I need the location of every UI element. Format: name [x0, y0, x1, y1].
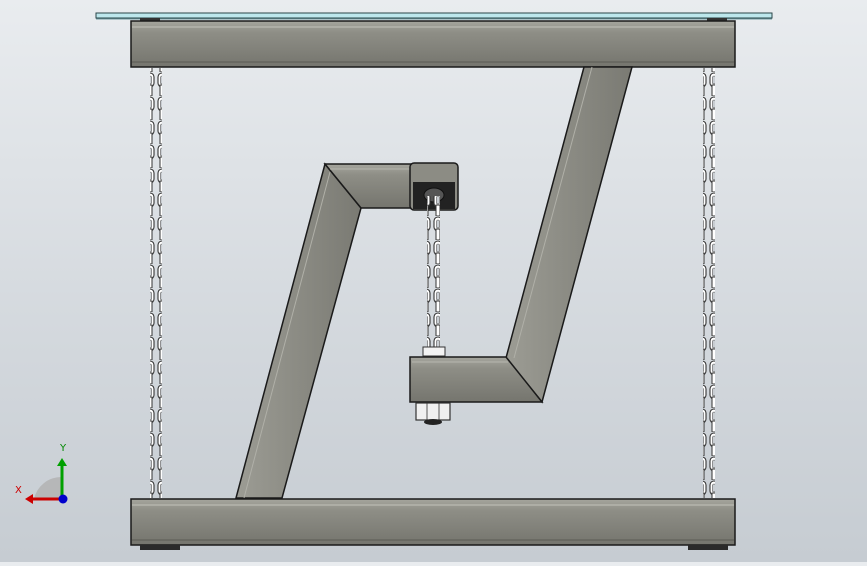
left-suspension-chain[interactable] [150, 68, 162, 498]
cad-graphics-viewport[interactable]: X Y [0, 0, 867, 562]
left-diagonal-strut[interactable] [235, 162, 362, 499]
model-render[interactable] [0, 0, 867, 562]
left-foot [140, 545, 180, 550]
triad-plane [34, 476, 62, 499]
right-foot [688, 545, 728, 550]
right-diagonal-strut[interactable] [505, 66, 633, 404]
eye-bolt-washer [422, 346, 446, 357]
top-beam[interactable] [130, 20, 736, 68]
triad-x-label: X [15, 485, 22, 496]
triad-y-label: Y [60, 443, 67, 454]
glass-top-plate[interactable] [95, 12, 773, 20]
bottom-beam[interactable] [130, 498, 736, 546]
center-chain[interactable] [427, 196, 440, 348]
coordinate-triad[interactable] [25, 458, 68, 504]
right-suspension-chain[interactable] [703, 68, 715, 498]
z-axis-dot [58, 494, 68, 504]
hex-nut[interactable] [415, 402, 451, 425]
